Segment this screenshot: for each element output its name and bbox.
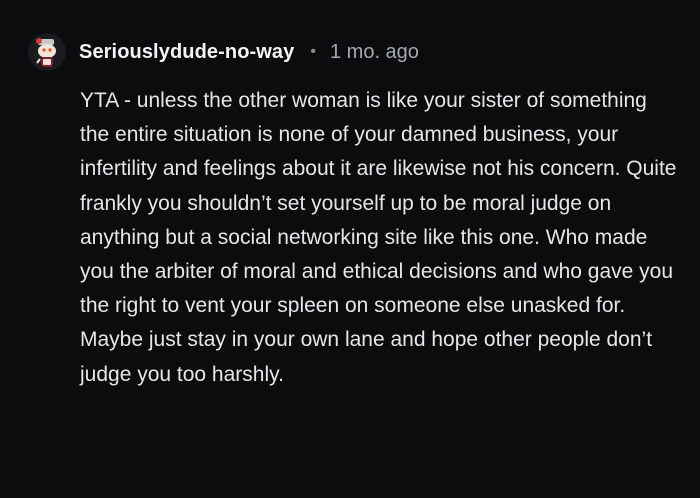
username-link[interactable]: Seriouslydude-no-way bbox=[79, 41, 294, 64]
snoo-avatar-icon[interactable] bbox=[28, 33, 66, 71]
separator-dot: • bbox=[310, 43, 316, 60]
timestamp[interactable]: 1 mo. ago bbox=[330, 41, 419, 64]
comment: Seriouslydude-no-way • 1 mo. ago YTA - u… bbox=[0, 0, 700, 498]
comment-header: Seriouslydude-no-way • 1 mo. ago bbox=[28, 32, 419, 72]
comment-body: YTA - unless the other woman is like you… bbox=[80, 89, 677, 386]
